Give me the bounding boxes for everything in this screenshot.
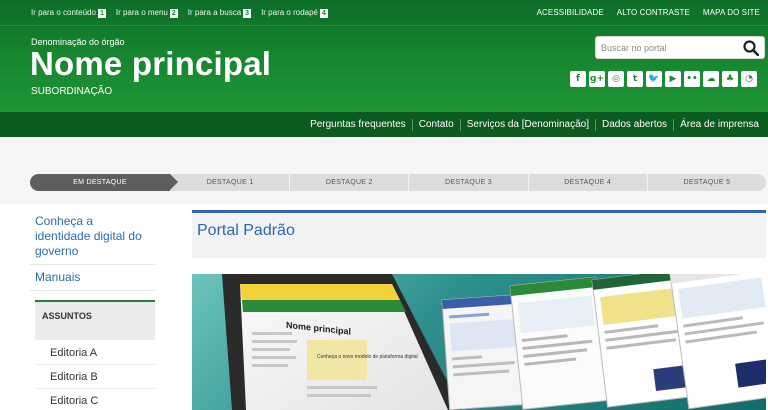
accesskey-badge: 3 bbox=[243, 9, 252, 18]
flickr-icon[interactable]: •• bbox=[684, 71, 700, 87]
twitter-icon[interactable]: 🐦 bbox=[646, 71, 662, 87]
left-link-manuais[interactable]: Manuais bbox=[30, 265, 155, 291]
page-title: Portal Padrão bbox=[197, 222, 295, 239]
accessibility-link[interactable]: ACESSIBILIDADE bbox=[537, 8, 604, 17]
accesskey-badge: 2 bbox=[169, 9, 178, 18]
nav-services[interactable]: Serviços da [Denominação] bbox=[459, 118, 595, 131]
service-navbar: Perguntas frequentes Contato Serviços da… bbox=[0, 112, 768, 137]
tab-destaque-3[interactable]: DESTAQUE 3 bbox=[408, 174, 528, 191]
nav-faq[interactable]: Perguntas frequentes bbox=[304, 119, 412, 131]
skip-link-menu[interactable]: Ir para o menu 2 bbox=[116, 8, 178, 18]
instagram-icon[interactable]: ◎ bbox=[608, 71, 624, 87]
tab-em-destaque[interactable]: EM DESTAQUE bbox=[30, 174, 178, 191]
site-title[interactable]: Nome principal bbox=[30, 45, 271, 83]
top-bar: Ir para o conteúdo 1 Ir para o menu 2 Ir p… bbox=[0, 0, 768, 26]
skip-link-label: Ir para o conteúdo bbox=[31, 8, 96, 17]
skip-link-label: Ir para o rodapé bbox=[261, 8, 318, 17]
nav-contact[interactable]: Contato bbox=[411, 118, 460, 131]
search-box bbox=[595, 36, 765, 59]
nav-open-data[interactable]: Dados abertos bbox=[595, 118, 673, 131]
assuntos-header: ASSUNTOS bbox=[35, 300, 155, 340]
slideshare-icon[interactable]: ♣ bbox=[722, 71, 738, 87]
menu-item-editoria-a[interactable]: Editoria A bbox=[35, 341, 155, 365]
nav-press[interactable]: Área de imprensa bbox=[673, 118, 765, 131]
accesskey-badge: 1 bbox=[97, 9, 106, 18]
tab-destaque-2[interactable]: DESTAQUE 2 bbox=[289, 174, 409, 191]
subordination: SUBORDINAÇÃO bbox=[31, 86, 113, 97]
soundcloud-icon[interactable]: ☁ bbox=[703, 71, 719, 87]
left-link-identidade[interactable]: Conheça a identidade digital do governo bbox=[30, 210, 155, 265]
banner-screen-text: Conheça o novo modelo de plataforma digi… bbox=[317, 354, 418, 360]
accesskey-badge: 4 bbox=[320, 9, 328, 18]
tab-destaque-5[interactable]: DESTAQUE 5 bbox=[646, 174, 767, 191]
google-plus-icon[interactable]: g+ bbox=[589, 71, 605, 87]
skip-link-label: Ir para o menu bbox=[115, 8, 168, 17]
utility-links: ACESSIBILIDADE ALTO CONTRASTE MAPA DO SI… bbox=[537, 8, 760, 17]
skip-link-search[interactable]: Ir para a busca 3 bbox=[187, 8, 252, 18]
tab-destaque-4[interactable]: DESTAQUE 4 bbox=[527, 174, 647, 191]
banner-illustration: Nome principal Conheça o novo modelo de … bbox=[222, 274, 766, 410]
skip-link-label: Ir para a busca bbox=[187, 8, 242, 17]
menu-item-editoria-b[interactable]: Editoria B bbox=[35, 365, 155, 389]
highlight-tabs: EM DESTAQUE DESTAQUE 1 DESTAQUE 2 DESTAQ… bbox=[30, 174, 767, 191]
skip-links: Ir para o conteúdo 1 Ir para o menu 2 Ir p… bbox=[31, 8, 328, 18]
site-header: Ir para o conteúdo 1 Ir para o menu 2 Ir p… bbox=[0, 0, 768, 112]
assuntos-title: ASSUNTOS bbox=[42, 311, 92, 321]
social-icons: f g+ ◎ t 🐦 ▶ •• ☁ ♣ ◔ bbox=[570, 71, 757, 87]
topbar-divider bbox=[0, 25, 768, 26]
site-map-link[interactable]: MAPA DO SITE bbox=[703, 8, 760, 17]
tab-destaque-1[interactable]: DESTAQUE 1 bbox=[170, 174, 290, 191]
skip-link-footer[interactable]: Ir para o rodapé 4 bbox=[261, 8, 328, 18]
portal-title-box: Portal Padrão bbox=[192, 210, 766, 258]
high-contrast-link[interactable]: ALTO CONTRASTE bbox=[617, 8, 690, 17]
menu-item-editoria-c[interactable]: Editoria C bbox=[35, 389, 155, 410]
facebook-icon[interactable]: f bbox=[570, 71, 586, 87]
highlight-band bbox=[0, 137, 768, 204]
left-menu: Conheça a identidade digital do governo … bbox=[30, 210, 155, 291]
tumblr-icon[interactable]: t bbox=[627, 71, 643, 87]
search-input[interactable] bbox=[596, 37, 736, 58]
banner-image[interactable]: Nome principal Conheça o novo modelo de … bbox=[192, 274, 766, 410]
rss-icon[interactable]: ◔ bbox=[741, 71, 757, 87]
youtube-icon[interactable]: ▶ bbox=[665, 71, 681, 87]
search-icon[interactable] bbox=[743, 40, 759, 56]
skip-link-content[interactable]: Ir para o conteúdo 1 bbox=[31, 8, 106, 18]
